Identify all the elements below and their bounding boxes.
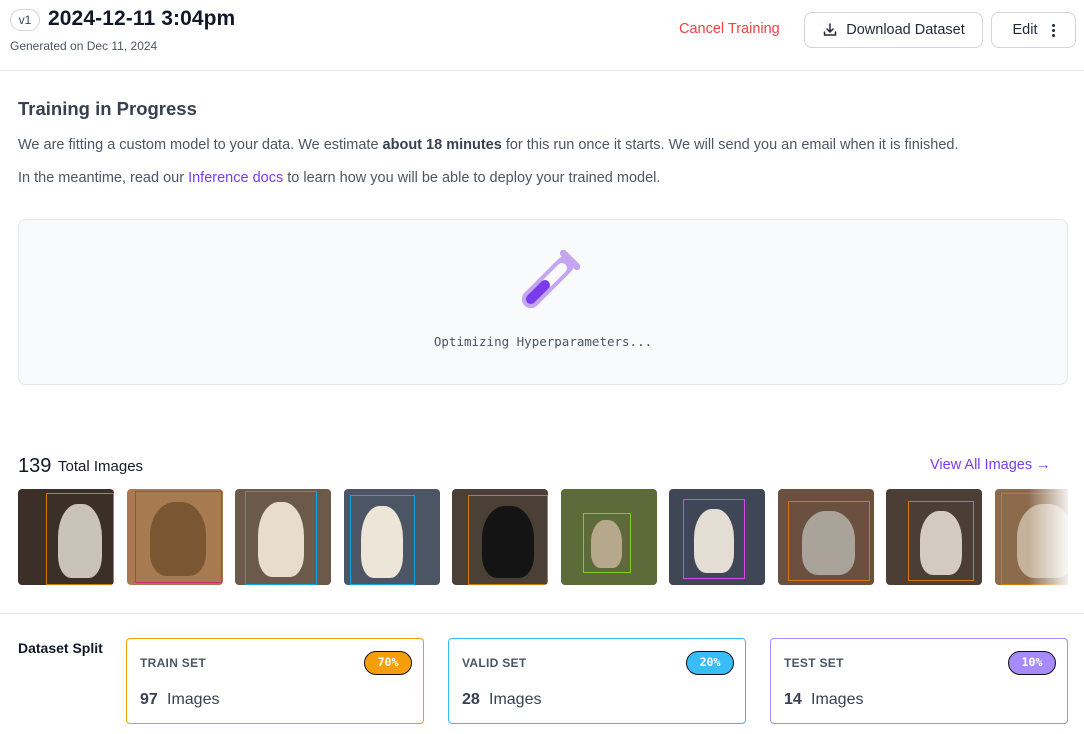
cancel-training-button[interactable]: Cancel Training xyxy=(679,21,780,37)
valid-set-name: VALID SET xyxy=(462,656,527,670)
download-dataset-label: Download Dataset xyxy=(846,22,965,38)
edit-label: Edit xyxy=(1012,22,1038,38)
total-images-label: Total Images xyxy=(58,458,144,475)
image-thumbnail[interactable] xyxy=(126,489,223,585)
image-thumbnail-strip xyxy=(18,489,1068,585)
page-header: v1 2024-12-11 3:04pm Generated on Dec 11… xyxy=(0,0,1084,71)
bounding-box xyxy=(349,495,415,585)
page-title: 2024-12-11 3:04pm xyxy=(48,7,236,30)
bounding-box xyxy=(787,501,870,581)
dataset-split-label: Dataset Split xyxy=(18,640,103,656)
training-docs-text: In the meantime, read our Inference docs… xyxy=(18,170,660,186)
image-thumbnail[interactable] xyxy=(560,489,657,585)
valid-set-unit: Images xyxy=(489,691,542,708)
version-badge: v1 xyxy=(10,9,40,31)
docs-prefix: In the meantime, read our xyxy=(18,170,189,186)
docs-suffix: to learn how you will be able to deploy … xyxy=(283,170,661,186)
training-heading: Training in Progress xyxy=(18,98,197,119)
training-progress-panel: Optimizing Hyperparameters... xyxy=(18,219,1068,385)
bounding-box xyxy=(468,495,548,585)
image-thumbnail[interactable] xyxy=(18,489,114,585)
train-set-card: TRAIN SET 70% 97 Images xyxy=(126,638,424,724)
training-description: We are fitting a custom model to your da… xyxy=(18,137,958,153)
edit-menu-button[interactable]: Edit xyxy=(991,12,1076,48)
train-set-count: 97 xyxy=(140,691,158,708)
test-set-card: TEST SET 10% 14 Images xyxy=(770,638,1068,724)
image-thumbnail[interactable] xyxy=(886,489,982,585)
total-images-count: 139 xyxy=(18,455,52,477)
bounding-box xyxy=(582,513,631,573)
valid-set-count: 28 xyxy=(462,691,480,708)
bounding-box xyxy=(245,491,317,585)
valid-set-percent-badge: 20% xyxy=(686,651,734,675)
desc-prefix: We are fitting a custom model to your da… xyxy=(18,137,383,153)
desc-estimate: about 18 minutes xyxy=(382,137,502,153)
bounding-box xyxy=(908,501,974,581)
train-set-unit: Images xyxy=(167,691,220,708)
more-vertical-icon xyxy=(1051,23,1055,37)
view-all-images-link[interactable]: View All Images → xyxy=(930,457,1051,473)
inference-docs-link[interactable]: Inference docs xyxy=(188,170,283,186)
download-icon xyxy=(824,23,837,36)
image-thumbnail[interactable] xyxy=(777,489,874,585)
image-thumbnail[interactable] xyxy=(452,489,548,585)
test-set-unit: Images xyxy=(811,691,864,708)
valid-set-card: VALID SET 20% 28 Images xyxy=(448,638,746,724)
flask-icon xyxy=(521,250,580,309)
test-set-count: 14 xyxy=(784,691,802,708)
image-thumbnail[interactable] xyxy=(235,489,331,585)
bounding-box xyxy=(683,499,745,579)
generated-date: Generated on Dec 11, 2024 xyxy=(10,39,158,53)
test-set-percent-badge: 10% xyxy=(1008,651,1056,675)
image-thumbnail[interactable] xyxy=(669,489,765,585)
thumbnail-fade xyxy=(1028,489,1068,585)
bounding-box xyxy=(134,491,222,583)
training-status: Optimizing Hyperparameters... xyxy=(433,334,653,349)
train-set-percent-badge: 70% xyxy=(364,651,412,675)
test-set-name: TEST SET xyxy=(784,656,844,670)
download-dataset-button[interactable]: Download Dataset xyxy=(804,12,983,48)
bounding-box xyxy=(46,493,114,585)
image-thumbnail[interactable] xyxy=(343,489,440,585)
desc-suffix: for this run once it starts. We will sen… xyxy=(501,137,959,153)
train-set-name: TRAIN SET xyxy=(140,656,207,670)
section-divider xyxy=(0,613,1084,614)
